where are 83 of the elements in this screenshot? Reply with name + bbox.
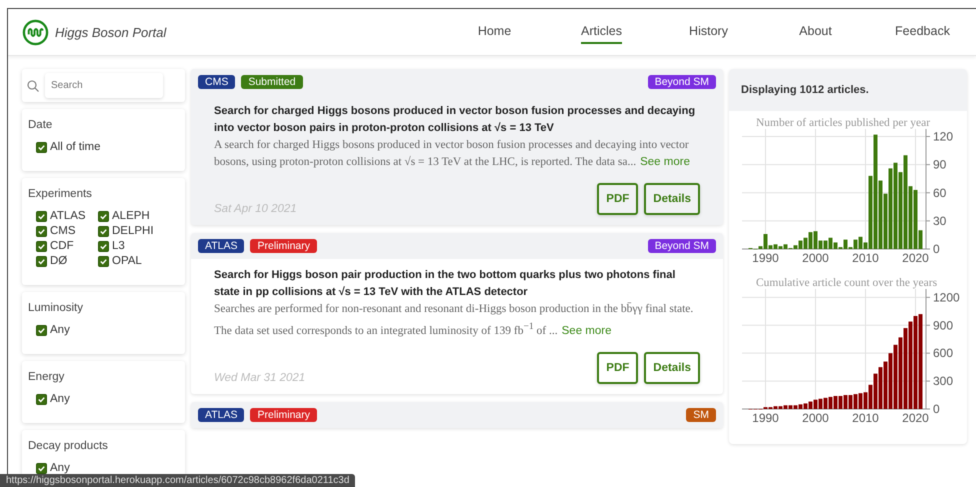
site-title[interactable]: Higgs Boson Portal [55, 24, 166, 40]
x-tick-label: 2020 [902, 251, 930, 265]
logo-icon [22, 18, 49, 46]
article-title[interactable]: Search for charged Higgs bosons produced in vector boson fusion processes and decaying into vector boson pairs in proton-proton collisions at √s = 13 TeV [214, 103, 700, 137]
x-axis: 1990 2000 2010 2020 [742, 408, 929, 425]
y-tick-label: 900 [933, 318, 954, 332]
status-url: https://higgsbosonportal.herokuapp.com/articles/6072c98cb8962f6da0211c3d [0, 474, 356, 487]
checkbox[interactable] [98, 226, 109, 236]
article-button[interactable]: Details [644, 352, 700, 384]
checkbox[interactable] [98, 210, 109, 222]
tag: Submitted [241, 75, 303, 89]
tag: Preliminary [250, 408, 317, 422]
tag: ATLAS [198, 408, 244, 422]
y-tick-label: 0 [933, 402, 940, 416]
y-tick-label: 90 [933, 158, 947, 172]
checkbox-label[interactable]: ATLAS [50, 210, 86, 222]
filter-title: Energy [28, 371, 66, 383]
checkbox[interactable] [36, 394, 47, 404]
checkbox-label[interactable]: Any [50, 393, 70, 405]
y-tick-label: 300 [933, 374, 954, 388]
x-axis: 1990 2000 2010 2020 [742, 248, 929, 265]
x-tick-label: 1990 [752, 251, 780, 265]
search-icon [27, 80, 39, 92]
y-tick-label: 60 [933, 186, 947, 200]
nav-link[interactable]: Articles [581, 20, 622, 44]
checkbox[interactable] [36, 256, 47, 266]
article-abstract: Searches are performed for non-resonant and resonant di-Higgs boson production in the bb̄γγ final state. The data set used corresponds to an integrated luminosity of 139 fb$^{−1}$ of ... See more [214, 302, 694, 339]
article-date: Wed Mar 31 2021 [214, 372, 306, 384]
search-field[interactable]: Search [45, 73, 163, 98]
filter-title: Date [28, 119, 54, 131]
checkbox[interactable] [36, 324, 47, 336]
x-tick-label: 2010 [852, 251, 880, 265]
chart-title: Cumulative article count over the years [756, 277, 938, 289]
nav-link[interactable]: History [689, 20, 728, 44]
checkbox-label[interactable]: Any [50, 324, 70, 336]
checkbox[interactable] [36, 240, 47, 252]
checkbox-label[interactable]: DØ [50, 255, 68, 267]
checkbox[interactable] [98, 256, 109, 266]
nav-link[interactable]: About [799, 20, 832, 44]
article-date: Sat Apr 10 2021 [214, 203, 297, 215]
x-tick-label: 2000 [802, 251, 830, 265]
tag: CMS [198, 75, 236, 89]
nav-link[interactable]: Feedback [895, 20, 950, 44]
y-tick-label: 600 [933, 346, 954, 360]
x-tick-label: 2020 [902, 411, 930, 425]
checkbox-label[interactable]: OPAL [112, 255, 142, 267]
tag: ATLAS [198, 239, 244, 253]
checkbox-label[interactable]: DELPHI [112, 225, 154, 237]
filter-title: Experiments [28, 188, 93, 200]
article-abstract: A search for charged Higgs bosons produced in vector boson fusion processes and decaying into vector bosons, using proton-proton collisions at √s = 13 TeV at the LHC, is reported. The data sa... See more [214, 138, 691, 170]
category-tag: SM [686, 408, 716, 422]
checkbox-label[interactable]: CMS [50, 225, 76, 237]
checkbox-label[interactable]: ALEPH [112, 210, 150, 222]
category-tag: Beyond SM [648, 239, 716, 253]
article-button[interactable]: PDF [597, 183, 638, 215]
checkbox[interactable] [36, 226, 47, 236]
see-more-link[interactable]: See more [562, 324, 612, 337]
checkbox[interactable] [98, 240, 109, 252]
y-tick-label: 1200 [933, 290, 960, 304]
checkbox-label[interactable]: All of time [50, 141, 100, 153]
x-tick-label: 2000 [802, 411, 830, 425]
article-button[interactable]: PDF [597, 352, 638, 384]
see-more-link[interactable]: See more [640, 156, 690, 168]
checkbox[interactable] [36, 142, 47, 152]
checkbox-label[interactable]: L3 [112, 240, 125, 252]
checkbox[interactable] [36, 210, 47, 222]
y-tick-label: 120 [933, 130, 954, 144]
nav-link[interactable]: Home [478, 20, 512, 44]
checkbox-label[interactable]: CDF [50, 240, 74, 252]
stats-summary: Displaying 1012 articles. [729, 69, 967, 111]
x-tick-label: 2010 [852, 411, 880, 425]
article-button[interactable]: Details [644, 183, 700, 215]
chart-title: Number of articles published per year [756, 117, 930, 129]
checkbox-label[interactable]: Any [50, 462, 70, 474]
filter-title: Luminosity [28, 302, 84, 314]
y-tick-label: 30 [933, 214, 947, 228]
tag: Preliminary [250, 239, 317, 253]
article-title[interactable]: Search for Higgs boson pair production in the two bottom quarks plus two photons final state in pp collisions at √s = 13 TeV with the ATLAS detector [214, 267, 700, 301]
x-tick-label: 1990 [752, 411, 780, 425]
category-tag: Beyond SM [648, 75, 716, 89]
checkbox[interactable] [36, 462, 47, 474]
filter-title: Decay products [28, 440, 109, 452]
y-tick-label: 0 [933, 242, 940, 256]
